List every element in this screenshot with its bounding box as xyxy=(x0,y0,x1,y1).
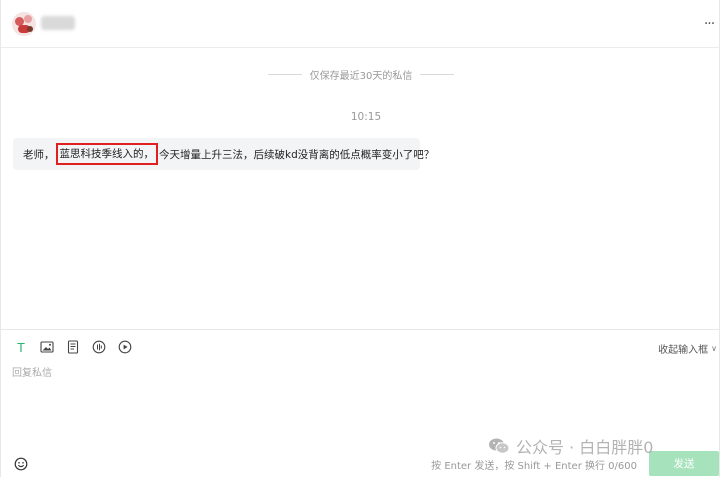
text-icon[interactable]: T xyxy=(13,339,29,355)
document-icon[interactable] xyxy=(65,339,81,355)
send-hint: 按 Enter 发送，按 Shift + Enter 换行 0/600 xyxy=(431,461,637,472)
retention-notice-text: 仅保存最近30天的私信 xyxy=(309,70,413,82)
chat-header: ··· xyxy=(1,0,720,48)
watermark-text: 公众号 · 白白胖胖0 xyxy=(516,438,654,457)
message-text-before: 老师， xyxy=(23,148,55,161)
emoji-icon[interactable] xyxy=(14,456,28,471)
video-icon[interactable] xyxy=(117,339,133,355)
watermark: 公众号 · 白白胖胖0 xyxy=(488,434,653,458)
image-icon[interactable] xyxy=(39,339,55,355)
message-text-highlighted: 蓝思科技季线入的， xyxy=(55,143,158,165)
message-bubble: 老师， 蓝思科技季线入的， 今天增量上升三法，后续破kd没背离的低点概率变小了吧… xyxy=(13,138,434,170)
more-dots-icon[interactable]: ··· xyxy=(701,16,717,32)
audio-icon[interactable] xyxy=(91,339,107,355)
wechat-icon xyxy=(489,438,510,454)
divider-line-right xyxy=(420,73,455,75)
composer-toolbar: T xyxy=(13,339,143,355)
chevron-down-icon: ∨ xyxy=(711,344,717,353)
avatar[interactable] xyxy=(12,12,36,36)
collapse-input-button[interactable]: 收起输入框 ∨ xyxy=(658,341,717,356)
contact-name-redacted xyxy=(41,16,75,30)
divider-line-left xyxy=(267,73,302,75)
chat-window: ··· 仅保存最近30天的私信 10:15 老师， 蓝思科技季线入的， 今天增量… xyxy=(0,0,720,477)
message-timestamp: 10:15 xyxy=(350,111,382,123)
send-button[interactable]: 发送 xyxy=(649,451,719,476)
message-text-after: 今天增量上升三法，后续破kd没背离的低点概率变小了吧？ xyxy=(159,148,435,161)
collapse-input-label: 收起输入框 xyxy=(658,345,709,356)
text-tool-glyph: T xyxy=(17,339,25,355)
retention-notice: 仅保存最近30天的私信 xyxy=(1,66,720,82)
